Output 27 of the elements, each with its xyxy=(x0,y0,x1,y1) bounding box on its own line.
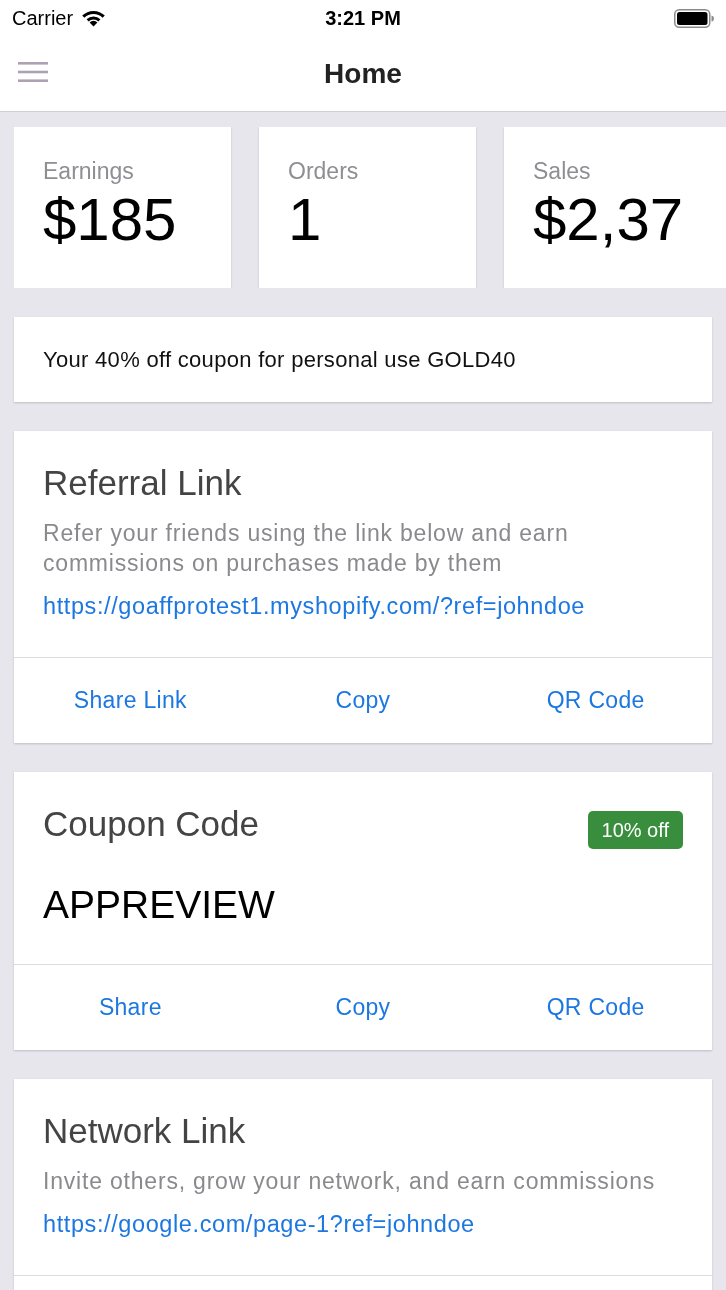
stat-label: Orders xyxy=(288,157,359,185)
stat-label: Sales xyxy=(533,157,591,185)
coupon-code: APPREVIEW xyxy=(43,882,276,928)
card-title: Coupon Code xyxy=(43,804,259,844)
referral-link[interactable]: https://google.com/page-1?ref=johndoe xyxy=(43,1209,475,1239)
card-title: Network Link xyxy=(43,1111,246,1151)
card-title: Referral Link xyxy=(43,463,242,503)
action-button[interactable]: Copy xyxy=(327,988,399,1027)
action-button[interactable]: Share xyxy=(90,988,170,1027)
carrier-label: Carrier xyxy=(12,6,74,30)
stat-value: 1 xyxy=(288,185,322,255)
action-button[interactable]: Share Link xyxy=(65,681,195,720)
nav-title: Home xyxy=(324,57,402,90)
battery-icon xyxy=(674,8,714,28)
action-button[interactable]: Copy xyxy=(327,681,399,720)
discount-badge: 10% off xyxy=(587,811,683,849)
status-time: 3:21 PM xyxy=(325,7,401,30)
stat-value: $185 xyxy=(43,185,177,255)
card-description: Invite others, grow your network, and earn commissions xyxy=(43,1167,657,1196)
notice-text: Your 40% off coupon for personal use GOLD40 xyxy=(43,346,516,373)
referral-link[interactable]: https://goaffprotest1.myshopify.com/?ref=johndoe xyxy=(43,591,585,621)
wifi-icon xyxy=(81,9,107,27)
card-description: Refer your friends using the link below and earn commissions on purchases made by them xyxy=(43,519,570,578)
stat-label: Earnings xyxy=(43,157,134,185)
stat-value: $2,37 xyxy=(533,185,684,255)
action-button[interactable]: QR Code xyxy=(538,988,653,1027)
action-button[interactable]: QR Code xyxy=(538,681,653,720)
